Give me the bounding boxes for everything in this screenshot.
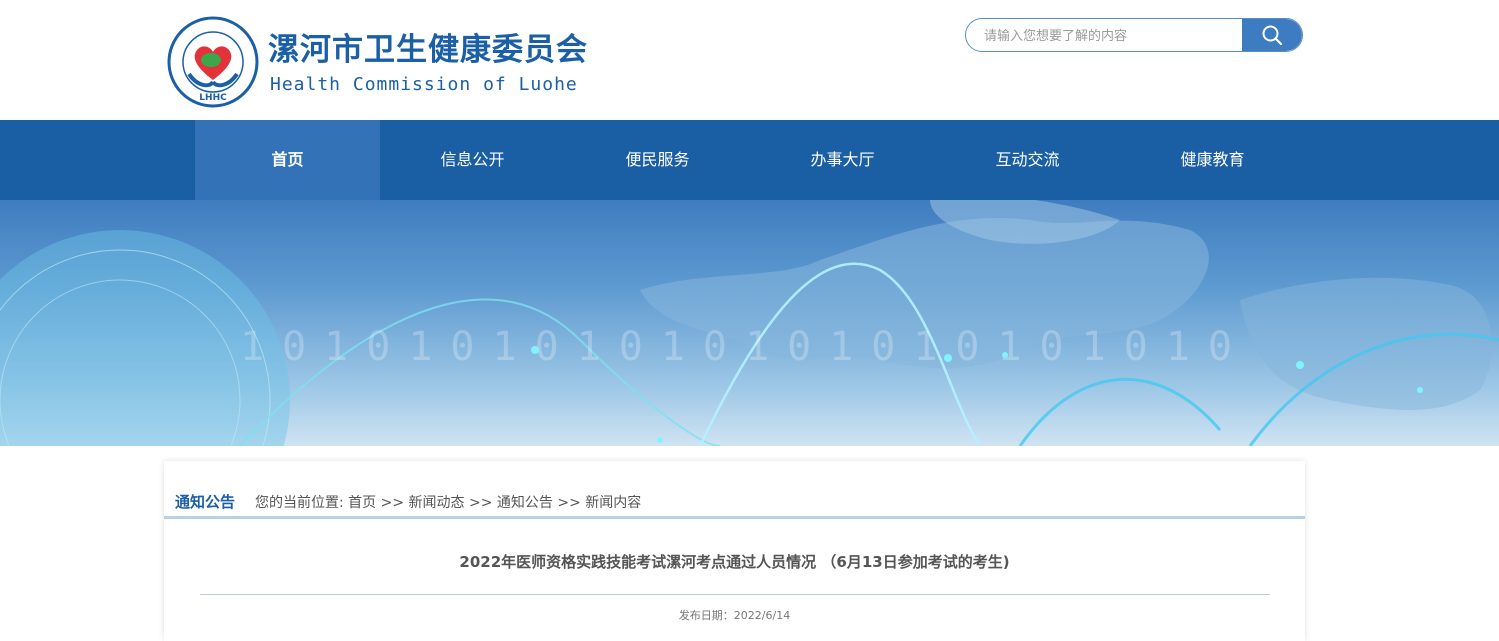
banner-image: 101010101010101010101010: [0, 200, 1499, 446]
search-icon: [1262, 25, 1283, 46]
breadcrumb-separator: >>: [469, 495, 497, 511]
site-subtitle: Health Commission of Luohe: [270, 74, 578, 95]
breadcrumb: 通知公告 您的当前位置: 首页 >> 新闻动态 >> 通知公告 >> 新闻内容: [164, 489, 1305, 515]
content-card: 通知公告 您的当前位置: 首页 >> 新闻动态 >> 通知公告 >> 新闻内容 …: [164, 461, 1305, 641]
breadcrumb-separator: >>: [557, 495, 586, 511]
nav-item-interaction[interactable]: 互动交流: [935, 120, 1120, 200]
site-title[interactable]: 漯河市卫生健康委员会: [268, 24, 588, 69]
banner-binary-text: 101010101010101010101010: [240, 324, 1250, 370]
search-button[interactable]: [1242, 19, 1302, 51]
nav-item-health-education[interactable]: 健康教育: [1120, 120, 1305, 200]
publish-date: 发布日期：2022/6/14: [678, 609, 791, 622]
breadcrumb-item-notices[interactable]: 通知公告: [497, 495, 553, 511]
nav-item-info-disclosure[interactable]: 信息公开: [380, 120, 565, 200]
breadcrumb-path: 您的当前位置: 首页 >> 新闻动态 >> 通知公告 >> 新闻内容: [255, 492, 641, 512]
nav-item-public-services[interactable]: 便民服务: [565, 120, 750, 200]
article-divider: [200, 594, 1270, 595]
breadcrumb-item-content: 新闻内容: [585, 495, 642, 511]
breadcrumb-separator: >>: [380, 495, 409, 511]
article-title: 2022年医师资格实践技能考试漯河考点通过人员情况 （6月13日参加考试的考生): [459, 553, 1010, 571]
breadcrumb-item-home[interactable]: 首页: [348, 495, 376, 511]
search-box: [965, 18, 1303, 52]
logo-abbr: LHHC: [199, 93, 227, 103]
breadcrumb-prefix: 您的当前位置:: [255, 495, 344, 511]
nav-item-service-hall[interactable]: 办事大厅: [750, 120, 935, 200]
nav-item-home[interactable]: 首页: [195, 120, 380, 200]
breadcrumb-divider: [164, 516, 1305, 519]
search-input[interactable]: [982, 19, 1246, 51]
breadcrumb-item-news[interactable]: 新闻动态: [409, 495, 465, 511]
site-header: LHHC 漯河市卫生健康委员会 Health Commission of Luo…: [0, 0, 1499, 120]
banner-world-map-graphic: 101010101010101010101010: [0, 200, 1499, 446]
section-title: 通知公告: [175, 493, 236, 511]
logo-emblem-icon: LHHC: [167, 16, 259, 108]
main-nav: 首页 信息公开 便民服务 办事大厅 互动交流 健康教育: [0, 120, 1499, 200]
site-logo[interactable]: LHHC: [167, 16, 259, 108]
